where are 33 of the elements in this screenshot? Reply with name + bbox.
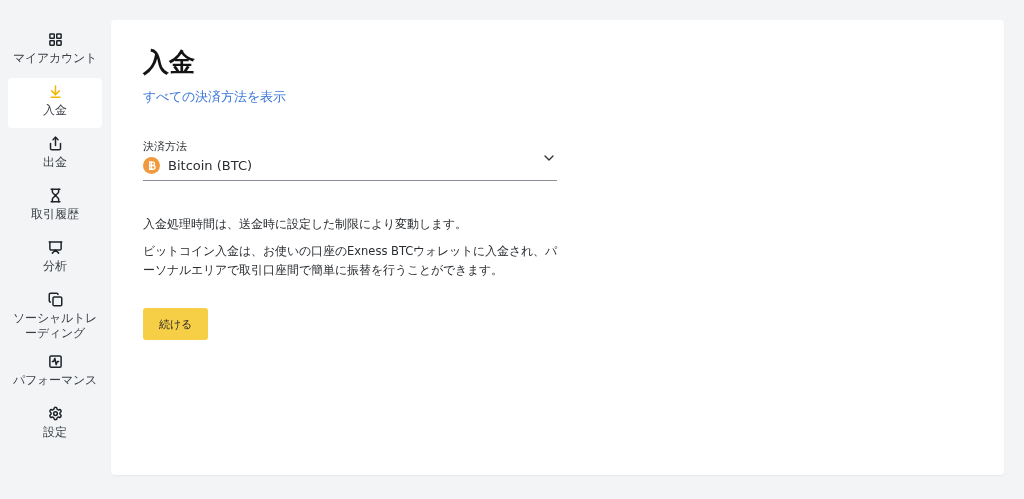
sidebar-label: 設定: [43, 425, 67, 440]
sidebar-label: マイアカウント: [13, 51, 97, 66]
select-value: Bitcoin (BTC): [168, 158, 253, 173]
field-label: 決済方法: [143, 140, 187, 154]
sidebar-label: 分析: [43, 259, 67, 274]
continue-button[interactable]: 続ける: [143, 308, 208, 340]
sidebar-item[interactable]: マイアカウント: [8, 26, 102, 76]
sidebar-label: ソーシャルトレーディング: [12, 311, 98, 341]
settings-icon: [47, 406, 63, 421]
info-text: ビットコイン入金は、お使いの口座のExness BTCウォレットに入金され、パーソナルエリアで取引口座間で簡単に振替を行うことができます。: [143, 243, 559, 279]
presentation-icon: [47, 240, 63, 255]
payment-method-select[interactable]: 決済方法 Bitcoin (BTC): [143, 140, 557, 181]
copy-icon: [47, 292, 63, 307]
activity-icon: [47, 354, 63, 369]
hourglass-icon: [47, 188, 63, 203]
sidebar-label: 取引履歴: [31, 207, 79, 222]
share-icon: [47, 136, 63, 151]
info-text: 入金処理時間は、送金時に設定した制限により変動します。: [143, 216, 468, 233]
download-icon: [47, 84, 63, 99]
sidebar-label: 出金: [43, 155, 67, 170]
sidebar-item[interactable]: パフォーマンス: [8, 348, 102, 398]
sidebar-item[interactable]: 出金: [8, 130, 102, 180]
sidebar-item[interactable]: 入金: [8, 78, 102, 128]
all-payment-methods-link[interactable]: すべての決済方法を表示: [143, 88, 286, 106]
bitcoin-icon: [143, 157, 160, 174]
sidebar-item[interactable]: 取引履歴: [8, 182, 102, 232]
sidebar-item[interactable]: 設定: [8, 400, 102, 450]
page-title: 入金: [143, 46, 196, 78]
sidebar-item[interactable]: 分析: [8, 234, 102, 284]
sidebar-item[interactable]: ソーシャルトレーディング: [8, 286, 102, 346]
sidebar-label: パフォーマンス: [13, 373, 97, 388]
sidebar-label: 入金: [43, 103, 67, 118]
grid-icon: [47, 32, 63, 47]
